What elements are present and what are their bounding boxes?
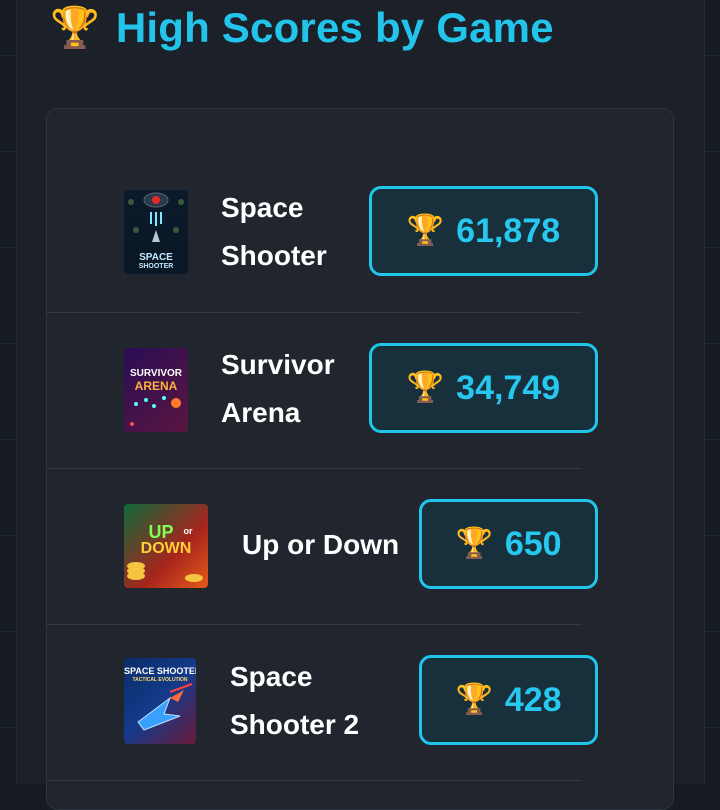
score-button-space-shooter-2[interactable]: 🏆 428 bbox=[419, 655, 598, 745]
game-name-survivor-arena: Survivor Arena bbox=[221, 341, 335, 437]
score-button-survivor-arena[interactable]: 🏆 34,749 bbox=[369, 343, 598, 433]
thumb-label-line1: SPACE bbox=[139, 252, 173, 263]
coins-graphic bbox=[127, 562, 203, 582]
score-value: 428 bbox=[504, 680, 562, 719]
game-thumbnail-survivor-arena[interactable]: SURVIVOR ARENA bbox=[124, 348, 188, 432]
game-name-line2: Arena bbox=[221, 397, 301, 428]
game-name-line1: Survivor bbox=[221, 349, 335, 380]
game-name-line1: Up or Down bbox=[242, 529, 400, 560]
game-row-up-or-down: UP or DOWN Up or Down 🏆 650 bbox=[46, 468, 598, 625]
score-value: 34,749 bbox=[456, 368, 561, 407]
trophy-icon: 🏆 bbox=[455, 527, 493, 560]
game-name-space-shooter-2: Space Shooter 2 bbox=[230, 653, 359, 749]
trophy-icon: 🏆 bbox=[406, 214, 445, 247]
game-row-space-shooter-2: SPACE SHOOTER TACTICAL EVOLUTION Space S… bbox=[46, 624, 598, 781]
trophy-icon: 🏆 bbox=[50, 6, 100, 50]
game-name-up-or-down: Up or Down bbox=[242, 521, 399, 569]
score-value: 61,878 bbox=[456, 211, 561, 250]
game-thumbnail-space-shooter[interactable]: SPACE SHOOTER bbox=[124, 190, 188, 274]
score-button-space-shooter[interactable]: 🏆 61,878 bbox=[369, 186, 598, 276]
game-name-line1: Space bbox=[221, 192, 304, 223]
score-value: 650 bbox=[504, 524, 562, 563]
game-name-line1: Space bbox=[230, 661, 313, 692]
thumb-label-line2: SHOOTER bbox=[138, 263, 174, 270]
game-thumbnail-space-shooter-2[interactable]: SPACE SHOOTER TACTICAL EVOLUTION bbox=[124, 658, 196, 744]
page-title: High Scores by Game bbox=[115, 4, 554, 51]
game-row-space-shooter: SPACE SHOOTER Space Shooter 🏆 61,878 bbox=[46, 156, 598, 313]
score-button-up-or-down[interactable]: 🏆 650 bbox=[419, 499, 598, 589]
game-name-line2: Shooter 2 bbox=[230, 709, 360, 740]
game-row-survivor-arena: SURVIVOR ARENA Survivor Arena 🏆 34,749 bbox=[46, 312, 598, 469]
jet-graphic bbox=[137, 683, 193, 731]
game-name-line2: Shooter bbox=[221, 240, 327, 271]
game-name-space-shooter: Space Shooter bbox=[221, 184, 327, 280]
trophy-icon: 🏆 bbox=[455, 683, 493, 716]
particle-graphic bbox=[130, 396, 181, 426]
page-header: 🏆 High Scores by Game bbox=[50, 2, 554, 54]
game-thumbnail-up-or-down[interactable]: UP or DOWN bbox=[124, 504, 208, 588]
trophy-icon: 🏆 bbox=[406, 371, 445, 404]
